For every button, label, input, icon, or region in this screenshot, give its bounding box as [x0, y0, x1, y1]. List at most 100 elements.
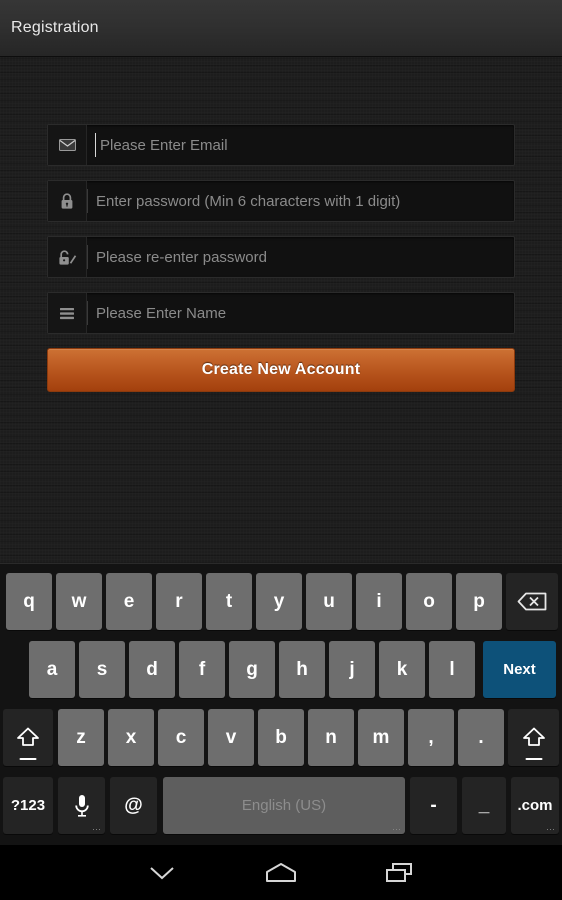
password-placeholder: Enter password (Min 6 characters with 1 …	[96, 192, 401, 210]
key-label: w	[71, 590, 87, 612]
key-label: a	[46, 658, 58, 680]
backspace-key[interactable]	[506, 573, 558, 630]
key-q[interactable]: q	[6, 573, 52, 630]
recents-button[interactable]	[345, 845, 455, 900]
key-options-dots	[546, 828, 555, 831]
symbols-key[interactable]: ?123	[3, 777, 53, 834]
period-key[interactable]: .	[458, 709, 504, 766]
key-t[interactable]: t	[206, 573, 252, 630]
form-content: Please Enter Email Enter password (Min 6…	[0, 57, 562, 563]
key-z[interactable]: z	[58, 709, 104, 766]
key-label: v	[225, 726, 237, 748]
keyboard-row-2: a s d f g h j k l Next	[0, 637, 562, 701]
lock-icon	[48, 181, 87, 221]
key-label: t	[225, 590, 233, 612]
key-label: u	[323, 590, 335, 612]
create-account-button[interactable]: Create New Account	[47, 348, 515, 392]
backspace-icon	[517, 592, 547, 611]
microphone-icon	[74, 794, 89, 817]
key-d[interactable]: d	[129, 641, 175, 698]
key-u[interactable]: u	[306, 573, 352, 630]
shift-icon	[522, 727, 545, 746]
comma-key[interactable]: ,	[408, 709, 454, 766]
key-label: k	[396, 658, 408, 680]
registration-screen: Registration Please Enter Email Enter pa…	[0, 0, 562, 900]
key-k[interactable]: k	[379, 641, 425, 698]
key-label: i	[376, 590, 382, 612]
key-label: q	[23, 590, 35, 612]
key-label: y	[273, 590, 285, 612]
key-f[interactable]: f	[179, 641, 225, 698]
dotcom-key[interactable]: .com	[511, 777, 559, 834]
key-r[interactable]: r	[156, 573, 202, 630]
key-label: @	[124, 794, 143, 816]
keyboard-row-3: z x c v b n m,.	[0, 705, 562, 769]
shift-indicator	[19, 758, 37, 760]
key-label: ,	[428, 726, 434, 748]
key-label: f	[198, 658, 206, 680]
key-h[interactable]: h	[279, 641, 325, 698]
key-x[interactable]: x	[108, 709, 154, 766]
recents-icon	[386, 862, 412, 882]
key-label: z	[76, 726, 86, 748]
key-i[interactable]: i	[356, 573, 402, 630]
confirm-password-field[interactable]: Please re-enter password	[47, 236, 515, 278]
home-icon	[266, 862, 296, 882]
key-options-dots	[92, 828, 101, 831]
email-field[interactable]: Please Enter Email	[47, 124, 515, 166]
create-account-label: Create New Account	[201, 361, 361, 378]
page-title: Registration	[11, 19, 99, 36]
key-label: e	[123, 590, 135, 612]
key-l[interactable]: l	[429, 641, 475, 698]
key-o[interactable]: o	[406, 573, 452, 630]
key-m[interactable]: m	[358, 709, 404, 766]
key-options-dots	[392, 828, 401, 831]
key-label: g	[246, 658, 258, 680]
key-label: .	[478, 726, 484, 748]
key-n[interactable]: n	[308, 709, 354, 766]
key-label: .com	[517, 797, 553, 814]
key-v[interactable]: v	[208, 709, 254, 766]
email-placeholder: Please Enter Email	[100, 136, 228, 154]
space-key[interactable]: English (US)	[163, 777, 405, 834]
key-label: -	[430, 794, 437, 816]
hyphen-key[interactable]: -	[410, 777, 457, 834]
key-w[interactable]: w	[56, 573, 102, 630]
soft-keyboard: q w e r t y u i o p a s d f g h j k l Next z x c v b n m,. ?123 @…	[0, 563, 562, 845]
key-p[interactable]: p	[456, 573, 502, 630]
key-e[interactable]: e	[106, 573, 152, 630]
key-s[interactable]: s	[79, 641, 125, 698]
title-bar: Registration	[0, 0, 562, 57]
at-key[interactable]: @	[110, 777, 157, 834]
key-a[interactable]: a	[29, 641, 75, 698]
key-b[interactable]: b	[258, 709, 304, 766]
voice-input-key[interactable]	[58, 777, 105, 834]
key-label: x	[125, 726, 137, 748]
shift-right-key[interactable]	[508, 709, 559, 766]
key-label: n	[325, 726, 337, 748]
key-label: s	[96, 658, 108, 680]
key-label: d	[146, 658, 158, 680]
next-key[interactable]: Next	[483, 641, 556, 698]
underscore-key[interactable]: _	[462, 777, 506, 834]
hide-keyboard-button[interactable]	[107, 845, 217, 900]
key-j[interactable]: j	[329, 641, 375, 698]
key-label: ?123	[10, 797, 46, 814]
space-key-label: English (US)	[241, 797, 327, 814]
home-button[interactable]	[226, 845, 336, 900]
name-field[interactable]: Please Enter Name	[47, 292, 515, 334]
system-navigation-bar	[0, 845, 562, 900]
password-field[interactable]: Enter password (Min 6 characters with 1 …	[47, 180, 515, 222]
shift-indicator	[525, 758, 542, 760]
key-label: o	[423, 590, 435, 612]
key-c[interactable]: c	[158, 709, 204, 766]
key-g[interactable]: g	[229, 641, 275, 698]
lock-pen-icon	[48, 237, 87, 277]
key-label: h	[296, 658, 308, 680]
key-label: _	[478, 794, 490, 816]
shift-left-key[interactable]	[3, 709, 53, 766]
key-label: b	[275, 726, 287, 748]
key-y[interactable]: y	[256, 573, 302, 630]
envelope-icon	[48, 125, 87, 165]
shift-icon	[17, 727, 39, 746]
